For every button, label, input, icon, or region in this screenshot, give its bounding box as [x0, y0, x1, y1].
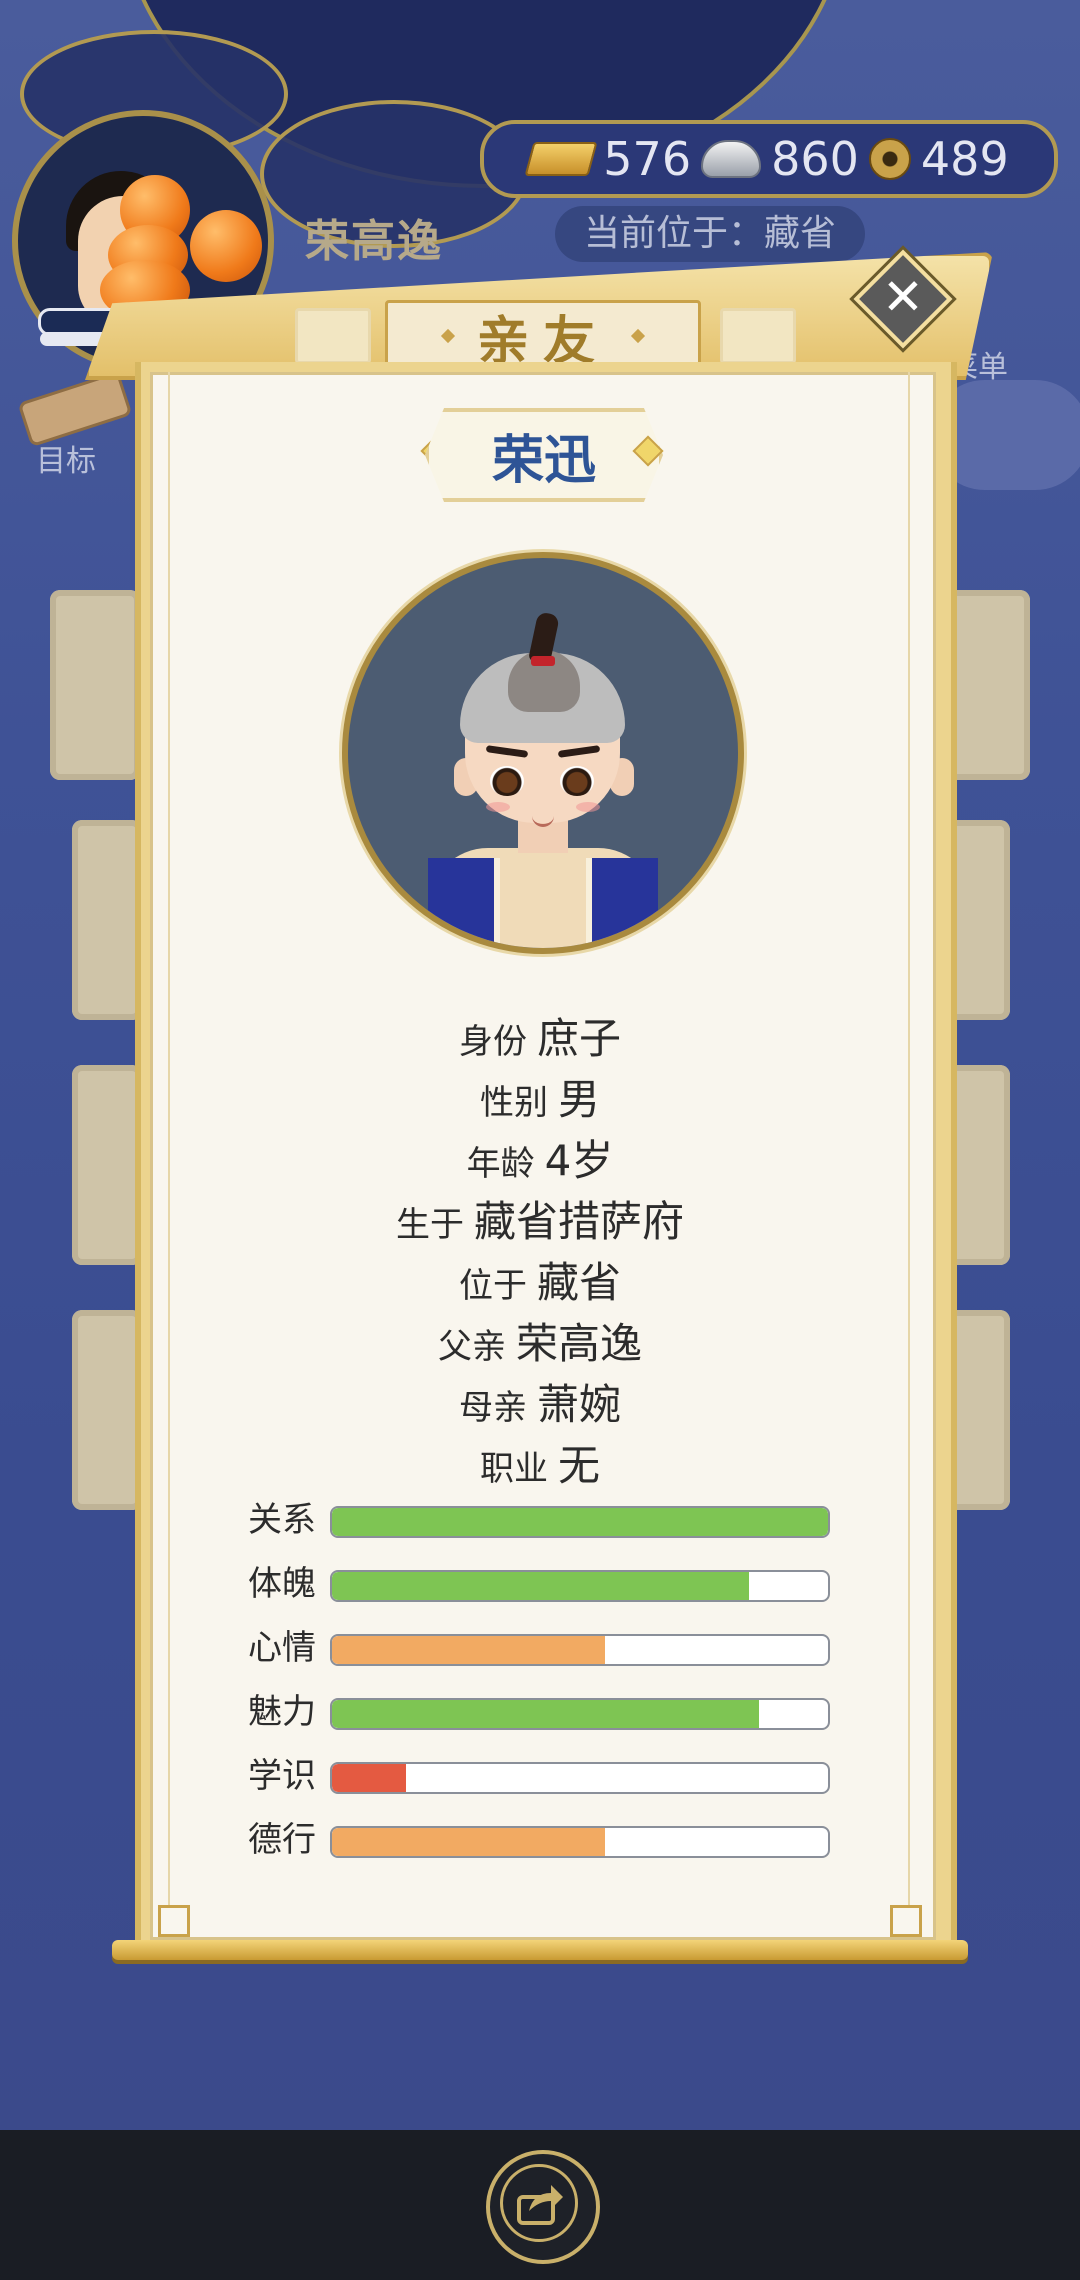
stat-bar	[330, 1634, 830, 1666]
info-identity: 身份 庶子	[458, 1014, 621, 1063]
stat-bar	[330, 1698, 830, 1730]
player-name: 荣高逸	[305, 216, 443, 267]
stat-fill	[332, 1636, 605, 1664]
info-location: 位于 藏省	[458, 1258, 621, 1307]
character-portrait	[342, 552, 744, 954]
gold-ingot-icon	[524, 142, 598, 176]
background-card	[72, 1065, 142, 1265]
stat-bar	[330, 1570, 830, 1602]
corner-ornament	[158, 1905, 190, 1937]
diamond-icon	[630, 328, 646, 344]
goal-label[interactable]: 目标	[36, 436, 96, 480]
stat-fill	[332, 1572, 749, 1600]
gold-amount: 576	[603, 132, 692, 186]
background-card	[72, 820, 142, 1020]
corner-ornament	[890, 1905, 922, 1937]
share-icon[interactable]	[500, 2164, 578, 2242]
close-icon[interactable]: ✕	[868, 264, 938, 334]
coin-amount: 489	[920, 132, 1009, 186]
stat-bar	[330, 1506, 830, 1538]
currency-bar: 576 860 489	[480, 120, 1058, 198]
info-age: 年龄 4岁	[466, 1136, 614, 1185]
stat-fill	[332, 1700, 759, 1728]
stat-bar	[330, 1762, 830, 1794]
tab-decoration	[720, 308, 796, 364]
info-father: 父亲 荣高逸	[437, 1319, 642, 1368]
info-mother: 母亲 萧婉	[458, 1380, 621, 1429]
info-gender: 性别男	[479, 1075, 600, 1124]
silver-amount: 860	[771, 132, 859, 186]
tab-decoration	[295, 308, 371, 364]
silver-ingot-icon	[701, 140, 762, 178]
character-name: 荣迅	[491, 430, 596, 491]
stat-fill	[332, 1828, 605, 1856]
info-birthplace: 生于 藏省措萨府	[395, 1197, 684, 1246]
fruit-icon	[190, 210, 262, 282]
info-occupation: 职业无	[479, 1441, 600, 1490]
diamond-icon	[440, 328, 456, 344]
stat-fill	[332, 1508, 828, 1536]
stat-fill	[332, 1764, 407, 1792]
background-card	[50, 590, 140, 780]
location-label: 当前位于：藏省	[555, 206, 865, 262]
scroll-rod	[112, 1940, 968, 1960]
character-name-plate: 荣迅	[425, 408, 663, 502]
copper-coin-icon	[868, 138, 911, 180]
background-card	[72, 1310, 142, 1510]
stat-bar	[330, 1826, 830, 1858]
